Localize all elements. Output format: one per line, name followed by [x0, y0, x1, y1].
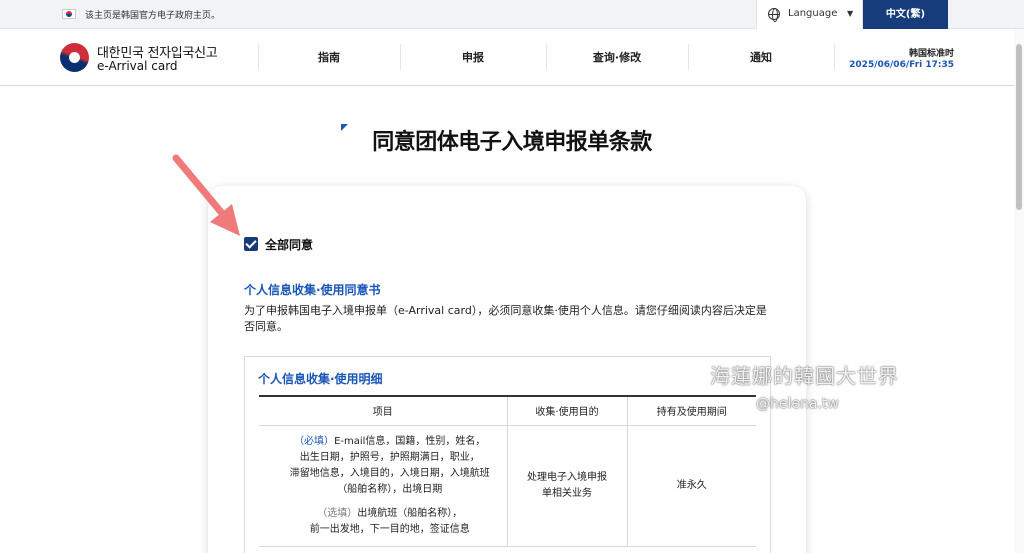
current-language-button[interactable]: 中文(繁)	[863, 0, 948, 29]
privacy-detail-table: 项目 收集·使用目的 持有及使用期间 （必填）E-mail信息，国籍，性别，姓名…	[259, 395, 756, 547]
language-selector[interactable]: Language ▼	[756, 0, 863, 29]
privacy-consent-title: 个人信息收集·使用同意书	[244, 283, 381, 297]
annotation-arrow-icon	[172, 154, 240, 236]
nav-item-guide[interactable]: 指南	[258, 49, 400, 65]
purpose-cell: 处理电子入境申报 单相关业务	[507, 425, 628, 547]
required-item-line: E-mail信息，国籍，性别，姓名，	[334, 435, 486, 447]
privacy-consent-description: 为了申报韩国电子入境申报单（e-Arrival card），必须同意收集·使用个…	[244, 304, 767, 333]
optional-items: （选填）出境航班（船舶名称），	[273, 506, 507, 522]
purpose-line: 单相关业务	[542, 487, 592, 499]
watermark-title: 海蓮娜的韓國大世界	[710, 364, 899, 388]
optional-tag: （选填）	[317, 507, 358, 519]
table-header-items: 项目	[259, 396, 508, 426]
korea-time-label: 韩国标准时	[908, 49, 954, 59]
required-item-line: 滞留地信息，入境目的，入境日期，入境航班	[289, 467, 490, 479]
government-notice: 该主页是韩国官方电子政府主页。	[85, 11, 221, 21]
required-item-line: （船舶名称），出境日期	[337, 483, 443, 495]
page-title: 同意团体电子入境申报单条款	[372, 130, 652, 155]
optional-item-line: 出境航班（船舶名称），	[357, 507, 463, 519]
korea-flag-icon	[62, 9, 76, 19]
korea-emblem-icon[interactable]	[60, 43, 89, 72]
table-row: （必填）E-mail信息，国籍，性别，姓名， 出生日期，护照号，护照期满日，职业…	[259, 425, 756, 547]
required-tag: （必填）	[294, 435, 335, 447]
language-label: Language	[788, 8, 838, 19]
table-header-purpose: 收集·使用目的	[507, 396, 628, 426]
privacy-detail-title: 个人信息收集·使用明细	[258, 372, 383, 386]
optional-item-line: 前一出发地，下一目的地，签证信息	[309, 523, 470, 535]
korea-time-value: 2025/06/06/Fri 17:35	[849, 60, 954, 70]
globe-icon	[768, 8, 780, 22]
required-items: （必填）E-mail信息，国籍，性别，姓名，	[273, 434, 507, 450]
top-utility-bar: 该主页是韩国官方电子政府主页。 Language ▼ 中文(繁)	[0, 0, 1024, 29]
nav-item-query-modify[interactable]: 查询·修改	[546, 49, 688, 65]
purpose-line: 处理电子入境申报	[527, 471, 607, 483]
nav-divider	[834, 44, 835, 70]
period-cell: 准永久	[627, 425, 756, 547]
agree-all-label[interactable]: 全部同意	[265, 236, 313, 253]
chevron-down-icon: ▼	[847, 9, 854, 18]
required-item-line: 出生日期，护照号，护照期满日，职业，	[299, 451, 480, 463]
nav-item-notice[interactable]: 通知	[688, 49, 834, 65]
site-header: 대한민국 전자입국신고 e-Arrival card 指南 申报 查询·修改 通…	[0, 29, 1024, 86]
brand-title-english[interactable]: e-Arrival card	[97, 59, 178, 73]
table-header-period: 持有及使用期间	[627, 396, 756, 426]
collected-items-cell: （必填）E-mail信息，国籍，性别，姓名， 出生日期，护照号，护照期满日，职业…	[259, 425, 508, 547]
scrollbar-thumb[interactable]	[1016, 44, 1022, 210]
watermark-handle: @helena.tw	[756, 396, 839, 412]
nav-item-declare[interactable]: 申报	[400, 49, 546, 65]
